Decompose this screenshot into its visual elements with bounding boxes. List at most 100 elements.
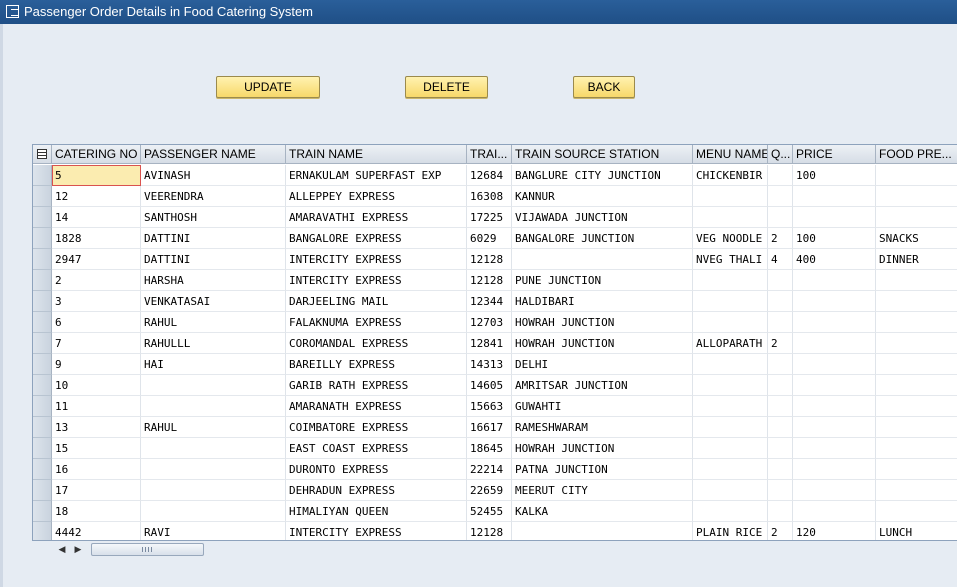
table-cell[interactable]: LUNCH [876, 522, 957, 540]
table-row[interactable]: 3 VENKATASAI DARJEELING MAIL 12344 HALDIBARI [33, 291, 957, 312]
table-cell[interactable] [768, 207, 793, 228]
table-cell[interactable]: 12128 [467, 522, 512, 540]
table-cell[interactable] [768, 396, 793, 417]
table-cell[interactable]: 2947 [52, 249, 141, 270]
table-cell[interactable]: 100 [793, 165, 876, 186]
table-cell[interactable] [693, 312, 768, 333]
table-cell[interactable] [141, 396, 286, 417]
column-header[interactable]: PRICE [793, 145, 876, 164]
row-selector[interactable] [33, 501, 52, 522]
table-row[interactable]: 10 GARIB RATH EXPRESS 14605 AMRITSAR JUNCTI… [33, 375, 957, 396]
table-row[interactable]: 15 EAST COAST EXPRESS 18645 HOWRAH JUNCTION [33, 438, 957, 459]
table-cell[interactable] [793, 501, 876, 522]
row-selector[interactable] [33, 522, 52, 540]
table-cell[interactable]: 400 [793, 249, 876, 270]
table-cell[interactable]: 13 [52, 417, 141, 438]
table-cell[interactable]: VEERENDRA [141, 186, 286, 207]
table-row[interactable]: 16 DURONTO EXPRESS 22214 PATNA JUNCTION [33, 459, 957, 480]
table-cell[interactable]: 18 [52, 501, 141, 522]
table-cell[interactable]: 12684 [467, 165, 512, 186]
row-selector[interactable] [33, 165, 52, 186]
table-cell[interactable]: 12703 [467, 312, 512, 333]
row-selector[interactable] [33, 270, 52, 291]
table-cell[interactable] [876, 396, 957, 417]
row-selector[interactable] [33, 417, 52, 438]
table-cell[interactable] [693, 270, 768, 291]
table-cell[interactable] [876, 438, 957, 459]
table-cell[interactable]: DEHRADUN EXPRESS [286, 480, 467, 501]
table-cell[interactable]: 100 [793, 228, 876, 249]
table-cell[interactable]: 14 [52, 207, 141, 228]
table-row[interactable]: 11 AMARANATH EXPRESS 15663 GUWAHTI [33, 396, 957, 417]
row-selector[interactable] [33, 207, 52, 228]
table-cell[interactable] [768, 480, 793, 501]
table-row[interactable]: 6 RAHUL FALAKNUMA EXPRESS 12703 HOWRAH JUNCT… [33, 312, 957, 333]
table-cell[interactable] [793, 333, 876, 354]
table-cell[interactable]: 11 [52, 396, 141, 417]
row-selector[interactable] [33, 186, 52, 207]
table-cell[interactable] [876, 165, 957, 186]
table-cell[interactable] [693, 396, 768, 417]
table-cell[interactable] [141, 459, 286, 480]
table-cell[interactable] [793, 291, 876, 312]
row-selector[interactable] [33, 438, 52, 459]
table-cell[interactable]: 6 [52, 312, 141, 333]
table-cell[interactable]: AMARAVATHI EXPRESS [286, 207, 467, 228]
table-cell[interactable]: HOWRAH JUNCTION [512, 312, 693, 333]
row-selector[interactable] [33, 480, 52, 501]
table-cell[interactable]: DURONTO EXPRESS [286, 459, 467, 480]
table-cell[interactable] [141, 375, 286, 396]
column-header[interactable]: FOOD PRE... [876, 145, 957, 164]
table-cell[interactable]: VENKATASAI [141, 291, 286, 312]
table-cell[interactable]: 6029 [467, 228, 512, 249]
table-cell[interactable]: AMARANATH EXPRESS [286, 396, 467, 417]
table-cell[interactable]: CHICKENBIR [693, 165, 768, 186]
table-cell[interactable] [876, 375, 957, 396]
table-cell[interactable]: 22214 [467, 459, 512, 480]
table-cell[interactable] [693, 480, 768, 501]
column-header[interactable]: PASSENGER NAME [141, 145, 286, 164]
table-cell[interactable] [876, 354, 957, 375]
table-cell[interactable]: HARSHA [141, 270, 286, 291]
table-cell[interactable]: AMRITSAR JUNCTION [512, 375, 693, 396]
table-cell[interactable] [876, 270, 957, 291]
table-cell[interactable]: VIJAWADA JUNCTION [512, 207, 693, 228]
table-cell[interactable] [693, 501, 768, 522]
table-cell[interactable]: 2 [768, 333, 793, 354]
table-cell[interactable]: FALAKNUMA EXPRESS [286, 312, 467, 333]
table-cell[interactable]: EAST COAST EXPRESS [286, 438, 467, 459]
table-cell[interactable]: INTERCITY EXPRESS [286, 270, 467, 291]
table-cell[interactable] [768, 186, 793, 207]
table-cell[interactable]: SANTHOSH [141, 207, 286, 228]
update-button[interactable]: UPDATE [216, 76, 320, 98]
table-cell[interactable]: 5 [52, 165, 141, 186]
table-cell[interactable]: 15 [52, 438, 141, 459]
table-cell[interactable]: MEERUT CITY [512, 480, 693, 501]
table-cell[interactable]: VEG NOODLE [693, 228, 768, 249]
table-cell[interactable]: 16308 [467, 186, 512, 207]
table-cell[interactable]: DATTINI [141, 228, 286, 249]
table-cell[interactable]: DINNER [876, 249, 957, 270]
scroll-thumb[interactable] [91, 543, 204, 556]
row-selector[interactable] [33, 459, 52, 480]
table-cell[interactable] [768, 501, 793, 522]
table-cell[interactable]: RAHULLL [141, 333, 286, 354]
table-cell[interactable]: NVEG THALI [693, 249, 768, 270]
table-row[interactable]: 2 HARSHA INTERCITY EXPRESS 12128 PUNE JUNCTI… [33, 270, 957, 291]
table-cell[interactable]: ALLOPARATH [693, 333, 768, 354]
table-cell[interactable]: 2 [52, 270, 141, 291]
table-cell[interactable] [693, 375, 768, 396]
table-cell[interactable] [793, 396, 876, 417]
table-cell[interactable] [141, 480, 286, 501]
delete-button[interactable]: DELETE [405, 76, 488, 98]
table-cell[interactable]: 12344 [467, 291, 512, 312]
row-selector[interactable] [33, 312, 52, 333]
table-cell[interactable] [793, 375, 876, 396]
table-row[interactable]: 5 AVINASH ERNAKULAM SUPERFAST EXP 12684 BANG… [33, 165, 957, 186]
table-cell[interactable] [693, 291, 768, 312]
table-cell[interactable]: PLAIN RICE [693, 522, 768, 540]
table-cell[interactable] [793, 312, 876, 333]
table-cell[interactable]: BANGALORE JUNCTION [512, 228, 693, 249]
table-cell[interactable] [693, 438, 768, 459]
back-button[interactable]: BACK [573, 76, 635, 98]
